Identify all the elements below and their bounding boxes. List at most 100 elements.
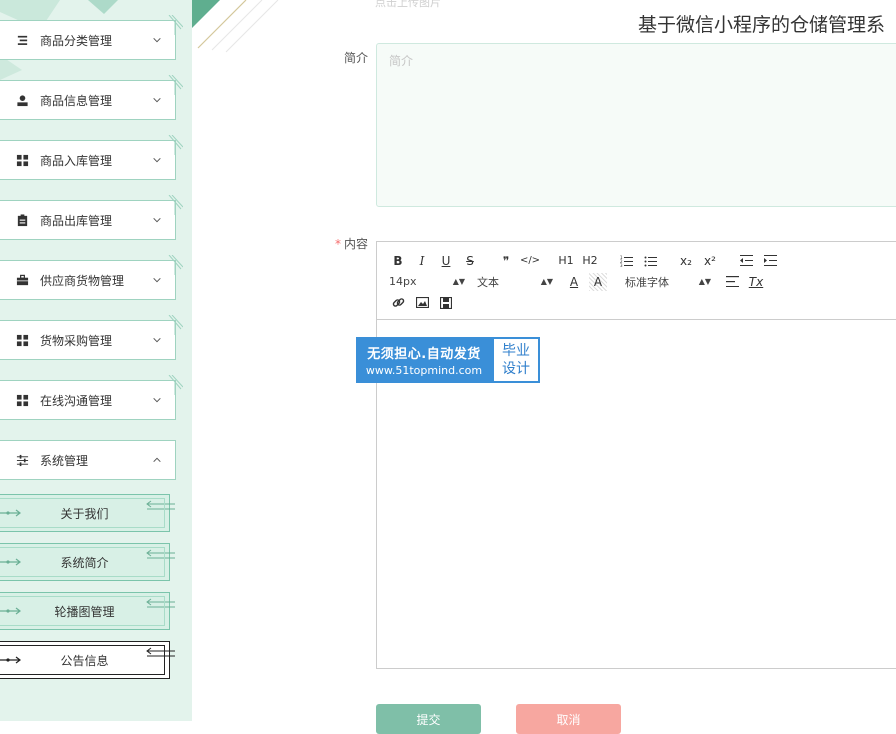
chevron-down-icon bbox=[151, 154, 163, 166]
clipboard-icon bbox=[15, 213, 29, 227]
submenu-item-carousel[interactable]: 轮播图管理 bbox=[0, 592, 175, 630]
font-size-select[interactable]: 14px ▲▼ bbox=[389, 275, 465, 288]
grid-icon bbox=[15, 333, 29, 347]
corner-decoration bbox=[168, 75, 183, 95]
content-label: * 内容 bbox=[316, 235, 368, 252]
video-icon[interactable] bbox=[437, 294, 455, 312]
link-icon[interactable] bbox=[389, 294, 407, 312]
font-family-select[interactable]: 标准字体 ▲▼ bbox=[625, 274, 711, 290]
header-2-button[interactable]: H2 bbox=[581, 252, 599, 270]
arrow-decoration-icon bbox=[146, 598, 175, 608]
arrow-decoration-icon bbox=[146, 500, 175, 510]
sidebar-item-stock-out[interactable]: 商品出库管理 bbox=[0, 195, 183, 240]
page-title: 基于微信小程序的仓储管理系 bbox=[638, 14, 886, 36]
grid-icon bbox=[15, 153, 29, 167]
submenu-item-about-us[interactable]: 关于我们 bbox=[0, 494, 175, 532]
sidebar-item-system[interactable]: 系统管理 bbox=[0, 440, 176, 480]
svg-text:3: 3 bbox=[620, 263, 623, 267]
select-caret-icon: ▲▼ bbox=[452, 277, 465, 286]
select-caret-icon: ▲▼ bbox=[698, 277, 711, 286]
arrow-decoration-icon bbox=[0, 607, 21, 615]
intro-label-text: 简介 bbox=[343, 51, 368, 65]
ordered-list-icon[interactable]: 123 bbox=[617, 252, 635, 270]
arrow-decoration-icon bbox=[146, 647, 175, 657]
intro-field[interactable] bbox=[376, 43, 896, 207]
cancel-button[interactable]: 取消 bbox=[516, 704, 621, 734]
image-icon[interactable] bbox=[413, 294, 431, 312]
arrow-decoration-icon bbox=[0, 558, 21, 566]
underline-button[interactable]: U bbox=[437, 252, 455, 270]
arrow-decoration-icon bbox=[0, 656, 21, 664]
sidebar-menu: 商品分类管理 商品信息管理 商品入库管理 商品出库管理 供应商货物管理 货物采购… bbox=[0, 15, 192, 500]
paragraph-select[interactable]: 文本 ▲▼ bbox=[477, 274, 553, 290]
superscript-button[interactable]: x² bbox=[701, 252, 719, 270]
align-icon[interactable] bbox=[723, 273, 741, 291]
clear-format-button[interactable]: Tx bbox=[747, 273, 765, 291]
watermark: 无须担心.自动发货 www.51topmind.com 毕业 设计 bbox=[356, 337, 540, 383]
corner-decoration bbox=[168, 315, 183, 335]
code-block-button[interactable]: </> bbox=[520, 252, 540, 270]
blockquote-button[interactable]: ❞ bbox=[497, 252, 515, 270]
required-mark: * bbox=[334, 237, 341, 251]
sidebar-item-purchase[interactable]: 货物采购管理 bbox=[0, 315, 183, 360]
sidebar-item-label: 供应商货物管理 bbox=[40, 273, 125, 288]
watermark-side2: 设计 bbox=[502, 361, 530, 377]
corner-decoration bbox=[168, 195, 183, 215]
submenu-item-label: 系统简介 bbox=[60, 555, 109, 570]
sidebar-item-label: 商品出库管理 bbox=[40, 213, 113, 228]
chevron-up-icon bbox=[151, 454, 163, 466]
corner-decoration bbox=[168, 135, 183, 155]
chevron-down-icon bbox=[151, 214, 163, 226]
sidebar-item-online-chat[interactable]: 在线沟通管理 bbox=[0, 375, 183, 420]
watermark-side1: 毕业 bbox=[502, 343, 530, 359]
intro-label: 简介 bbox=[332, 49, 368, 66]
italic-button[interactable]: I bbox=[413, 252, 431, 270]
list-icon bbox=[15, 33, 29, 47]
watermark-line2: www.51topmind.com bbox=[365, 364, 483, 377]
strikethrough-button[interactable]: S bbox=[461, 252, 479, 270]
sidebar-item-label: 商品分类管理 bbox=[40, 33, 113, 48]
submenu-item-announcement[interactable]: 公告信息 bbox=[0, 641, 175, 679]
sidebar-item-product-category[interactable]: 商品分类管理 bbox=[0, 15, 183, 60]
select-caret-icon: ▲▼ bbox=[540, 277, 553, 286]
sidebar: 商品分类管理 商品信息管理 商品入库管理 商品出库管理 供应商货物管理 货物采购… bbox=[0, 0, 192, 721]
sidebar-item-label: 货物采购管理 bbox=[40, 333, 113, 348]
sidebar-item-label: 在线沟通管理 bbox=[40, 393, 113, 408]
font-size-value: 14px bbox=[389, 275, 417, 288]
bold-button[interactable]: B bbox=[389, 252, 407, 270]
sidebar-item-product-info[interactable]: 商品信息管理 bbox=[0, 75, 183, 120]
submit-button[interactable]: 提交 bbox=[376, 704, 481, 734]
sidebar-item-supplier-goods[interactable]: 供应商货物管理 bbox=[0, 255, 183, 300]
sliders-icon bbox=[15, 453, 29, 467]
submenu-item-label: 公告信息 bbox=[60, 653, 109, 668]
corner-decoration bbox=[168, 15, 183, 35]
chevron-down-icon bbox=[151, 34, 163, 46]
user-icon bbox=[15, 93, 29, 107]
chevron-down-icon bbox=[151, 274, 163, 286]
briefcase-icon bbox=[15, 273, 29, 287]
outdent-icon[interactable] bbox=[737, 252, 755, 270]
intro-textarea[interactable] bbox=[377, 44, 896, 206]
chevron-down-icon bbox=[151, 94, 163, 106]
sidebar-item-label: 系统管理 bbox=[40, 453, 89, 468]
sidebar-item-stock-in[interactable]: 商品入库管理 bbox=[0, 135, 183, 180]
submenu-item-system-intro[interactable]: 系统简介 bbox=[0, 543, 175, 581]
sidebar-item-label: 商品信息管理 bbox=[40, 93, 113, 108]
corner-decoration bbox=[168, 255, 183, 275]
font-family-value: 标准字体 bbox=[625, 275, 669, 289]
header-1-button[interactable]: H1 bbox=[557, 252, 575, 270]
watermark-line1: 无须担心.自动发货 bbox=[367, 347, 481, 362]
subscript-button[interactable]: x₂ bbox=[677, 252, 695, 270]
arrow-decoration-icon bbox=[0, 509, 21, 517]
watermark-left: 无须担心.自动发货 www.51topmind.com bbox=[356, 337, 492, 383]
rich-text-editor: B I U S ❞ </> H1 H2 123 x₂ x² 14px ▲▼ 文本… bbox=[376, 241, 896, 669]
indent-icon[interactable] bbox=[761, 252, 779, 270]
arrow-decoration-icon bbox=[146, 549, 175, 559]
chevron-down-icon bbox=[151, 394, 163, 406]
paragraph-value: 文本 bbox=[477, 275, 499, 289]
text-color-button[interactable]: A bbox=[565, 273, 583, 291]
background-color-button[interactable]: A bbox=[589, 272, 607, 291]
corner-decoration bbox=[192, 0, 279, 53]
submenu-item-label: 轮播图管理 bbox=[54, 604, 115, 619]
bullet-list-icon[interactable] bbox=[641, 252, 659, 270]
